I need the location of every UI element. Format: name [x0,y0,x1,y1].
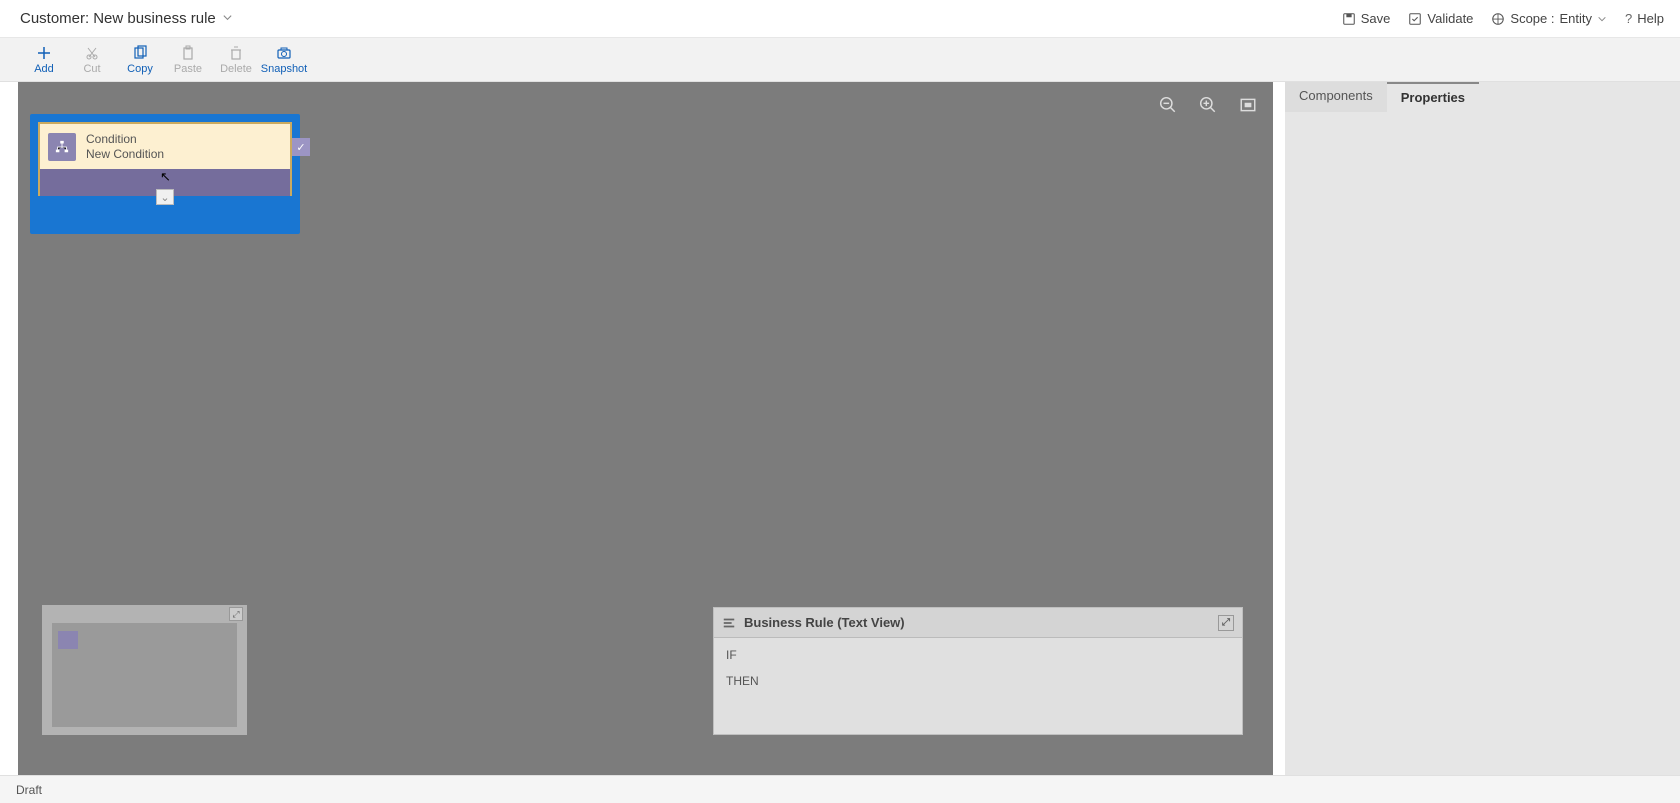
help-icon: ? [1625,11,1632,26]
collapse-icon[interactable]: ⌄ [156,189,174,205]
cut-button: Cut [68,40,116,80]
delete-label: Delete [220,63,252,75]
panel-body [1285,112,1680,775]
textview-if: IF [726,648,1230,662]
toolbar: Add Cut Copy Paste Delete Snapshot [0,38,1680,82]
copy-button[interactable]: Copy [116,40,164,80]
zoom-in-button[interactable] [1197,94,1219,116]
textview-title: Business Rule (Text View) [744,615,905,630]
textview-expand-button[interactable]: ⤢ [1218,615,1234,631]
header-bar: Customer: New business rule Save Validat… [0,0,1680,38]
status-bar: Draft [0,775,1680,803]
canvas-controls [1157,94,1259,116]
add-button[interactable]: Add [20,40,68,80]
chevron-down-icon [222,11,233,26]
minimap-bar: ⤢ [42,605,247,623]
title-prefix: Customer: [20,10,89,27]
node-type-label: Condition [86,132,164,146]
condition-node[interactable]: Condition New Condition ✓ ⌄ [38,122,292,196]
header-actions: Save Validate Scope : Entity ? Help [1342,11,1664,26]
scope-selector[interactable]: Scope : Entity [1491,11,1607,26]
condition-node-selection[interactable]: Condition New Condition ✓ ⌄ ↖ [30,114,300,234]
snapshot-button[interactable]: Snapshot [260,40,308,80]
rule-title-dropdown[interactable]: Customer: New business rule [20,10,233,27]
paste-label: Paste [174,63,202,75]
textview-panel: Business Rule (Text View) ⤢ IF THEN [713,607,1243,735]
side-panel: Components Properties [1285,82,1680,775]
condition-node-header: Condition New Condition [40,124,290,169]
textview-body: IF THEN [714,638,1242,734]
canvas-wrap: Condition New Condition ✓ ⌄ ↖ [0,82,1281,775]
minimap-node-icon [58,631,78,649]
textview-then: THEN [726,674,1230,688]
panel-tabs: Components Properties [1285,82,1680,112]
save-label: Save [1361,11,1391,26]
copy-label: Copy [127,63,153,75]
help-button[interactable]: ? Help [1625,11,1664,26]
paste-button: Paste [164,40,212,80]
condition-node-text: Condition New Condition [86,132,164,161]
tab-properties[interactable]: Properties [1387,82,1479,112]
main-area: Condition New Condition ✓ ⌄ ↖ [0,82,1680,775]
delete-button: Delete [212,40,260,80]
help-label: Help [1637,11,1664,26]
node-name: New Condition [86,147,164,161]
minimap-viewport[interactable] [52,623,237,727]
minimap-expand-icon[interactable]: ⤢ [229,607,243,621]
fit-screen-button[interactable] [1237,94,1259,116]
scope-label: Scope : [1510,11,1554,26]
check-icon[interactable]: ✓ [292,138,310,156]
tab-components[interactable]: Components [1285,82,1387,112]
validate-label: Validate [1427,11,1473,26]
scope-value: Entity [1560,11,1593,26]
validate-button[interactable]: Validate [1408,11,1473,26]
textview-icon [722,616,736,630]
designer-canvas[interactable]: Condition New Condition ✓ ⌄ ↖ [18,82,1273,775]
snapshot-label: Snapshot [261,63,307,75]
textview-header: Business Rule (Text View) ⤢ [714,608,1242,638]
zoom-out-button[interactable] [1157,94,1179,116]
add-label: Add [34,63,54,75]
save-button[interactable]: Save [1342,11,1391,26]
status-text: Draft [16,783,42,797]
cut-label: Cut [83,63,100,75]
title-value: New business rule [93,10,216,27]
hierarchy-icon [48,133,76,161]
minimap[interactable]: ⤢ [42,605,247,735]
